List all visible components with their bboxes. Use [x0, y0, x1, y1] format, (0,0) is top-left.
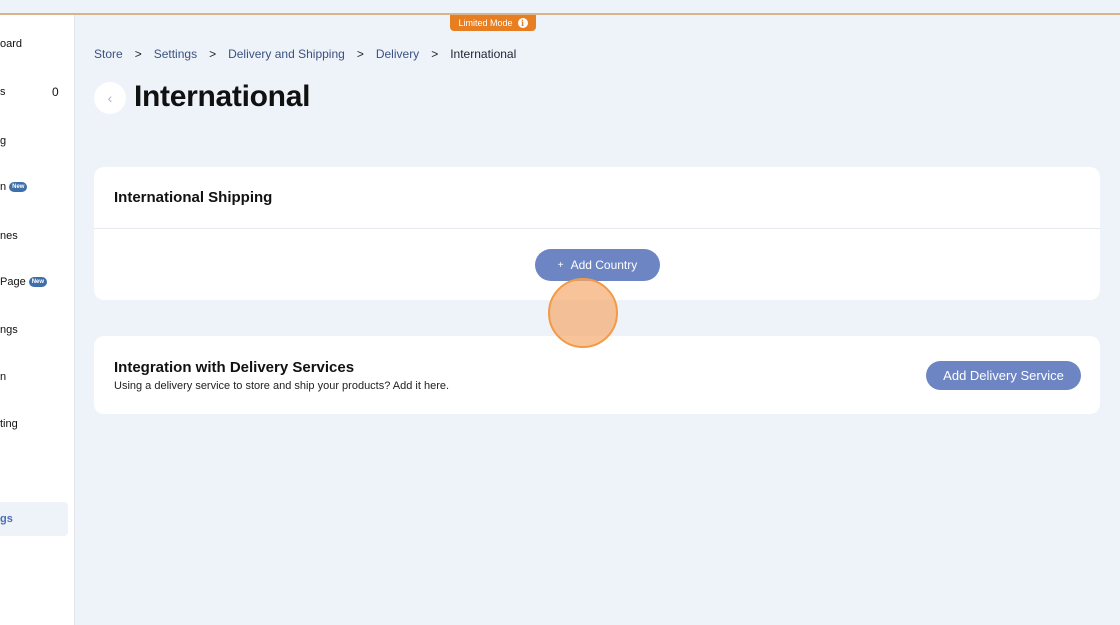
sidebar-item-label: s: [0, 86, 6, 98]
page-title: International: [134, 80, 311, 113]
add-delivery-service-label: Add Delivery Service: [943, 368, 1064, 383]
sidebar-item-label: g: [0, 135, 7, 147]
delivery-services-card: Integration with Delivery Services Using…: [94, 336, 1100, 414]
breadcrumb-store[interactable]: Store: [94, 47, 123, 61]
breadcrumb-international: International: [450, 47, 517, 61]
sidebar-item-themes[interactable]: nes: [0, 226, 75, 246]
breadcrumb-settings[interactable]: Settings: [154, 47, 197, 61]
sidebar-item-label: n: [0, 181, 7, 193]
breadcrumb: Store > Settings > Delivery and Shipping…: [94, 47, 516, 61]
card-title: International Shipping: [94, 167, 1100, 229]
chevron-left-icon: ‹: [107, 90, 113, 106]
add-country-button[interactable]: + Add Country: [535, 249, 660, 281]
add-delivery-service-button[interactable]: Add Delivery Service: [926, 361, 1081, 390]
sidebar-item-settings[interactable]: gs: [0, 502, 68, 536]
sidebar-item-count: 0: [52, 85, 59, 99]
sidebar-item-label: ting: [0, 418, 18, 430]
sidebar-item-label: Page: [0, 276, 26, 288]
sidebar-item-marketing[interactable]: ting: [0, 414, 75, 434]
info-icon: i: [517, 18, 528, 28]
new-badge: New: [9, 182, 28, 192]
new-badge: New: [28, 277, 48, 287]
sidebar-item-dashboard[interactable]: oard: [0, 34, 75, 54]
chevron-right-icon: >: [431, 47, 439, 61]
breadcrumb-delivery-and-shipping[interactable]: Delivery and Shipping: [228, 47, 345, 61]
back-button[interactable]: ‹: [94, 82, 126, 114]
top-divider: [0, 13, 1120, 15]
chevron-right-icon: >: [356, 47, 364, 61]
sidebar-item-label: nes: [0, 230, 18, 242]
sidebar-item-settings-group[interactable]: ngs: [0, 320, 75, 340]
sidebar-item-orders[interactable]: s 0: [0, 82, 75, 102]
sidebar-item-misc[interactable]: n: [0, 367, 75, 387]
sidebar-item-label: ngs: [0, 324, 18, 336]
chevron-right-icon: >: [134, 47, 142, 61]
sidebar-item-label: oard: [0, 38, 23, 50]
sidebar-item-label: n: [0, 371, 7, 383]
limited-mode-badge[interactable]: Limited Mode i: [450, 15, 536, 31]
sidebar-item-page[interactable]: Page New: [0, 272, 75, 292]
card-description: Using a delivery service to store and sh…: [114, 380, 450, 392]
sidebar: oard s 0 g n New nes Page New ngs n ting…: [0, 15, 75, 625]
sidebar-item-new-feature[interactable]: n New: [0, 177, 75, 197]
click-indicator: [548, 278, 618, 348]
sidebar-item-label: gs: [0, 513, 13, 525]
sidebar-item-catalog[interactable]: g: [0, 131, 75, 151]
chevron-right-icon: >: [209, 47, 217, 61]
breadcrumb-delivery[interactable]: Delivery: [376, 47, 419, 61]
plus-icon: +: [557, 259, 564, 271]
limited-mode-label: Limited Mode: [458, 18, 513, 28]
add-country-label: Add Country: [570, 258, 638, 272]
card-title: Integration with Delivery Services: [114, 359, 355, 376]
